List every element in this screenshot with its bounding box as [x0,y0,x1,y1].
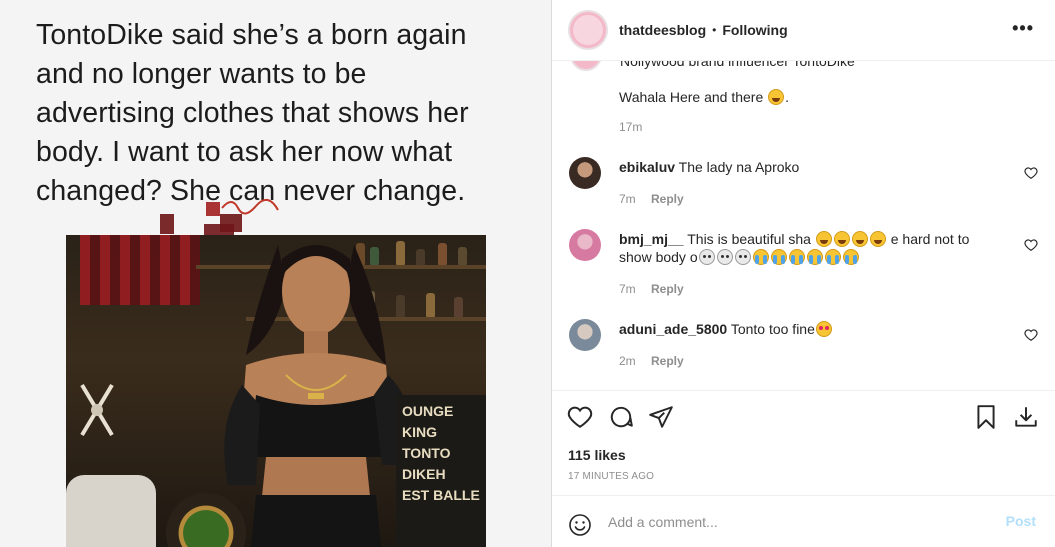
red-neon-block [80,235,200,305]
commenter-avatar[interactable] [569,229,601,261]
download-icon[interactable] [1012,403,1040,431]
laughing-emoji-icon [851,231,868,247]
share-send-icon[interactable] [647,403,675,431]
comment-text: ebikaluv The lady na Aproko [619,159,800,175]
skull-emoji-icon [734,249,751,265]
post-image: TontoDike said she’s a born again and no… [0,0,551,547]
like-comment-heart-icon[interactable] [1024,238,1038,252]
more-options-icon[interactable]: ••• [1012,18,1034,39]
comments-list[interactable]: Nollywood brand influencer TontoDike Wah… [552,61,1055,390]
add-comment-bar: Post [552,495,1055,547]
header-separator: • [712,23,717,37]
comment-username[interactable]: ebikaluv [619,159,675,175]
skull-emoji-icon [698,249,715,265]
comment-username[interactable]: aduni_ade_5800 [619,321,727,337]
caption-avatar[interactable] [570,61,602,71]
reply-button[interactable]: Reply [651,192,684,206]
comment-username[interactable]: bmj_mj__ [619,231,684,247]
caption-cut-off-text: Nollywood brand influencer TontoDike [620,61,855,69]
laughing-emoji-icon [815,231,832,247]
caption-text: Wahala Here and there . [619,89,790,105]
commenter-avatar[interactable] [569,157,601,189]
crying-emoji-icon [842,249,859,265]
caption-meta: 17m [619,120,643,134]
woman-figure [224,245,412,547]
post-comment-button[interactable]: Post [1006,513,1036,529]
comment-meta: 7m Reply [619,282,684,296]
tonto-dike-photo: OUNGE KING TONTO DIKEH EST BALLE [66,235,486,547]
comment-bubble-icon[interactable] [607,403,635,431]
comment-meta: 2m Reply [619,354,684,368]
post-actions: 115 likes 17 MINUTES AGO [552,390,1055,495]
post-timestamp: 17 MINUTES AGO [568,471,655,482]
crying-emoji-icon [752,249,769,265]
comment-input[interactable] [608,510,988,534]
author-avatar[interactable] [568,10,608,50]
laughing-emoji-icon [768,89,785,105]
like-comment-heart-icon[interactable] [1024,328,1038,342]
author-username[interactable]: thatdeesblog [619,22,706,38]
laughing-emoji-icon [833,231,850,247]
comment-text: aduni_ade_5800 Tonto too fine [619,320,1019,338]
laughing-emoji-icon [869,231,886,247]
likes-count[interactable]: 115 likes [568,447,626,463]
heart-eyes-emoji-icon [815,321,832,337]
like-comment-heart-icon[interactable] [1024,166,1038,180]
comment-meta: 7m Reply [619,192,684,206]
hookah-decoration [80,383,114,437]
commenter-avatar[interactable] [569,319,601,351]
reply-button[interactable]: Reply [651,282,684,296]
skull-emoji-icon [716,249,733,265]
emoji-picker-icon[interactable] [568,513,592,537]
crying-emoji-icon [788,249,805,265]
post-header: thatdeesblog • Following ••• [552,0,1055,61]
lounge-sign: OUNGE KING TONTO DIKEH EST BALLE [396,395,486,547]
like-heart-icon[interactable] [566,403,594,431]
following-button[interactable]: Following [722,22,787,38]
white-sofa [66,475,156,547]
comment-text: bmj_mj__ This is beautiful sha e hard no… [619,231,970,265]
reply-button[interactable]: Reply [651,354,684,368]
save-bookmark-icon[interactable] [972,403,1000,431]
crying-emoji-icon [770,249,787,265]
crying-emoji-icon [806,249,823,265]
screenshot-caption: TontoDike said she’s a born again and no… [36,19,469,207]
crying-emoji-icon [824,249,841,265]
post-sidebar: thatdeesblog • Following ••• Nollywood b… [551,0,1055,547]
